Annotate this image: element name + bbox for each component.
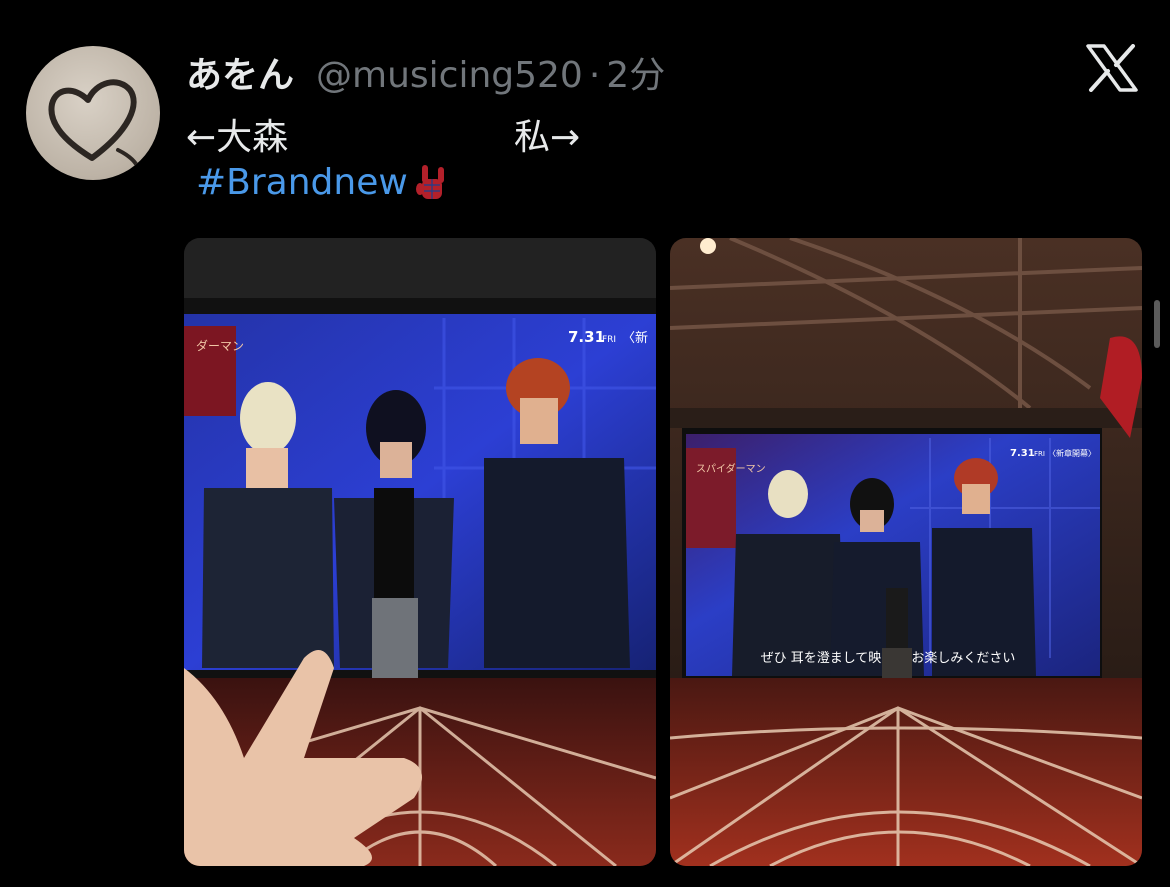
- right-date-tail: 〈新章開幕〉: [1048, 448, 1096, 458]
- sign-of-horns-emoji-icon: [415, 164, 444, 199]
- tweet-header: あをん @musicing520 · 2分: [186, 46, 665, 96]
- x-logo-icon[interactable]: [1086, 44, 1138, 92]
- hashtag-row: #Brandnew: [196, 162, 450, 203]
- timestamp[interactable]: 2分: [606, 46, 665, 98]
- left-date-suffix: FRI: [602, 335, 616, 345]
- left-date-tail: 〈新: [622, 330, 648, 346]
- avatar[interactable]: [26, 46, 160, 180]
- photo-left-image: ダーマン 7.31 FRI 〈新: [184, 238, 656, 866]
- separator: ·: [588, 55, 601, 96]
- tweet-text-right: 私→: [514, 117, 581, 158]
- svg-text:ダーマン: ダーマン: [196, 338, 244, 353]
- photo-right-image: スパイダーマン 7.31 FRI 〈新章開幕〉 ぜひ 耳を澄まして映画 をお楽し…: [670, 238, 1142, 866]
- scrollbar[interactable]: [1154, 300, 1160, 348]
- right-date-badge: 7.31: [1010, 448, 1035, 459]
- heart-doodle-icon: [48, 79, 138, 166]
- photo-right[interactable]: スパイダーマン 7.31 FRI 〈新章開幕〉 ぜひ 耳を澄まして映画 をお楽し…: [670, 238, 1142, 866]
- left-date-badge: 7.31: [568, 328, 605, 346]
- user-handle[interactable]: @musicing520: [316, 55, 583, 96]
- right-date-suffix: FRI: [1034, 450, 1045, 458]
- tweet-text-left: ←大森: [186, 117, 289, 158]
- hashtag-link[interactable]: #Brandnew: [196, 162, 408, 203]
- svg-text:スパイダーマン: スパイダーマン: [696, 462, 766, 475]
- display-name[interactable]: あをん: [186, 46, 294, 98]
- photo-left[interactable]: ダーマン 7.31 FRI 〈新: [184, 238, 656, 866]
